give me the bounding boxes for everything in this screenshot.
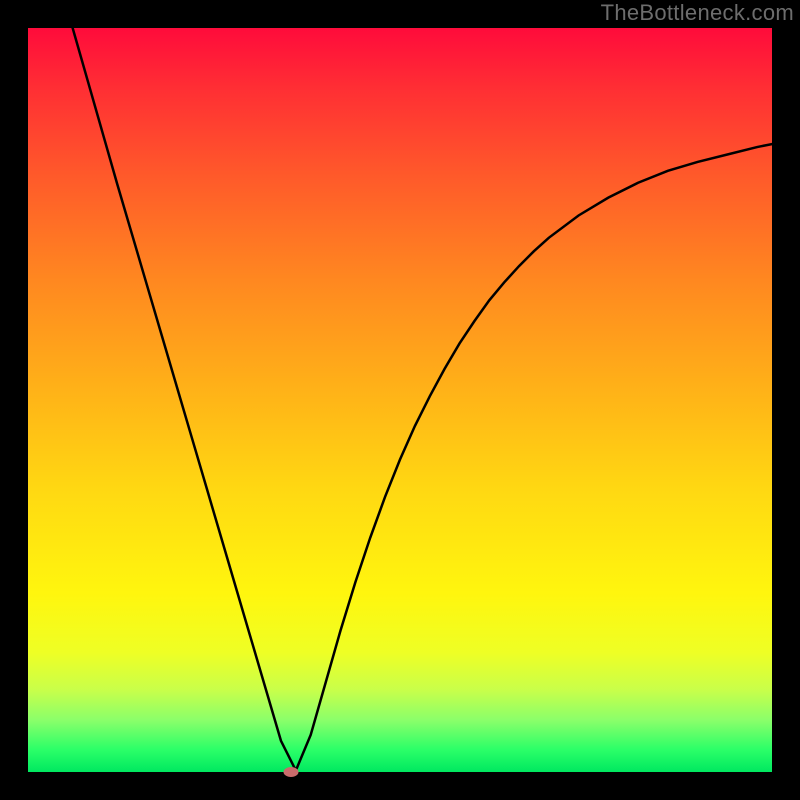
chart-frame: [28, 28, 772, 772]
chart-curve-svg: [28, 28, 772, 772]
minimum-marker: [283, 767, 298, 777]
watermark-text: TheBottleneck.com: [601, 0, 794, 26]
curve-path: [73, 28, 772, 771]
